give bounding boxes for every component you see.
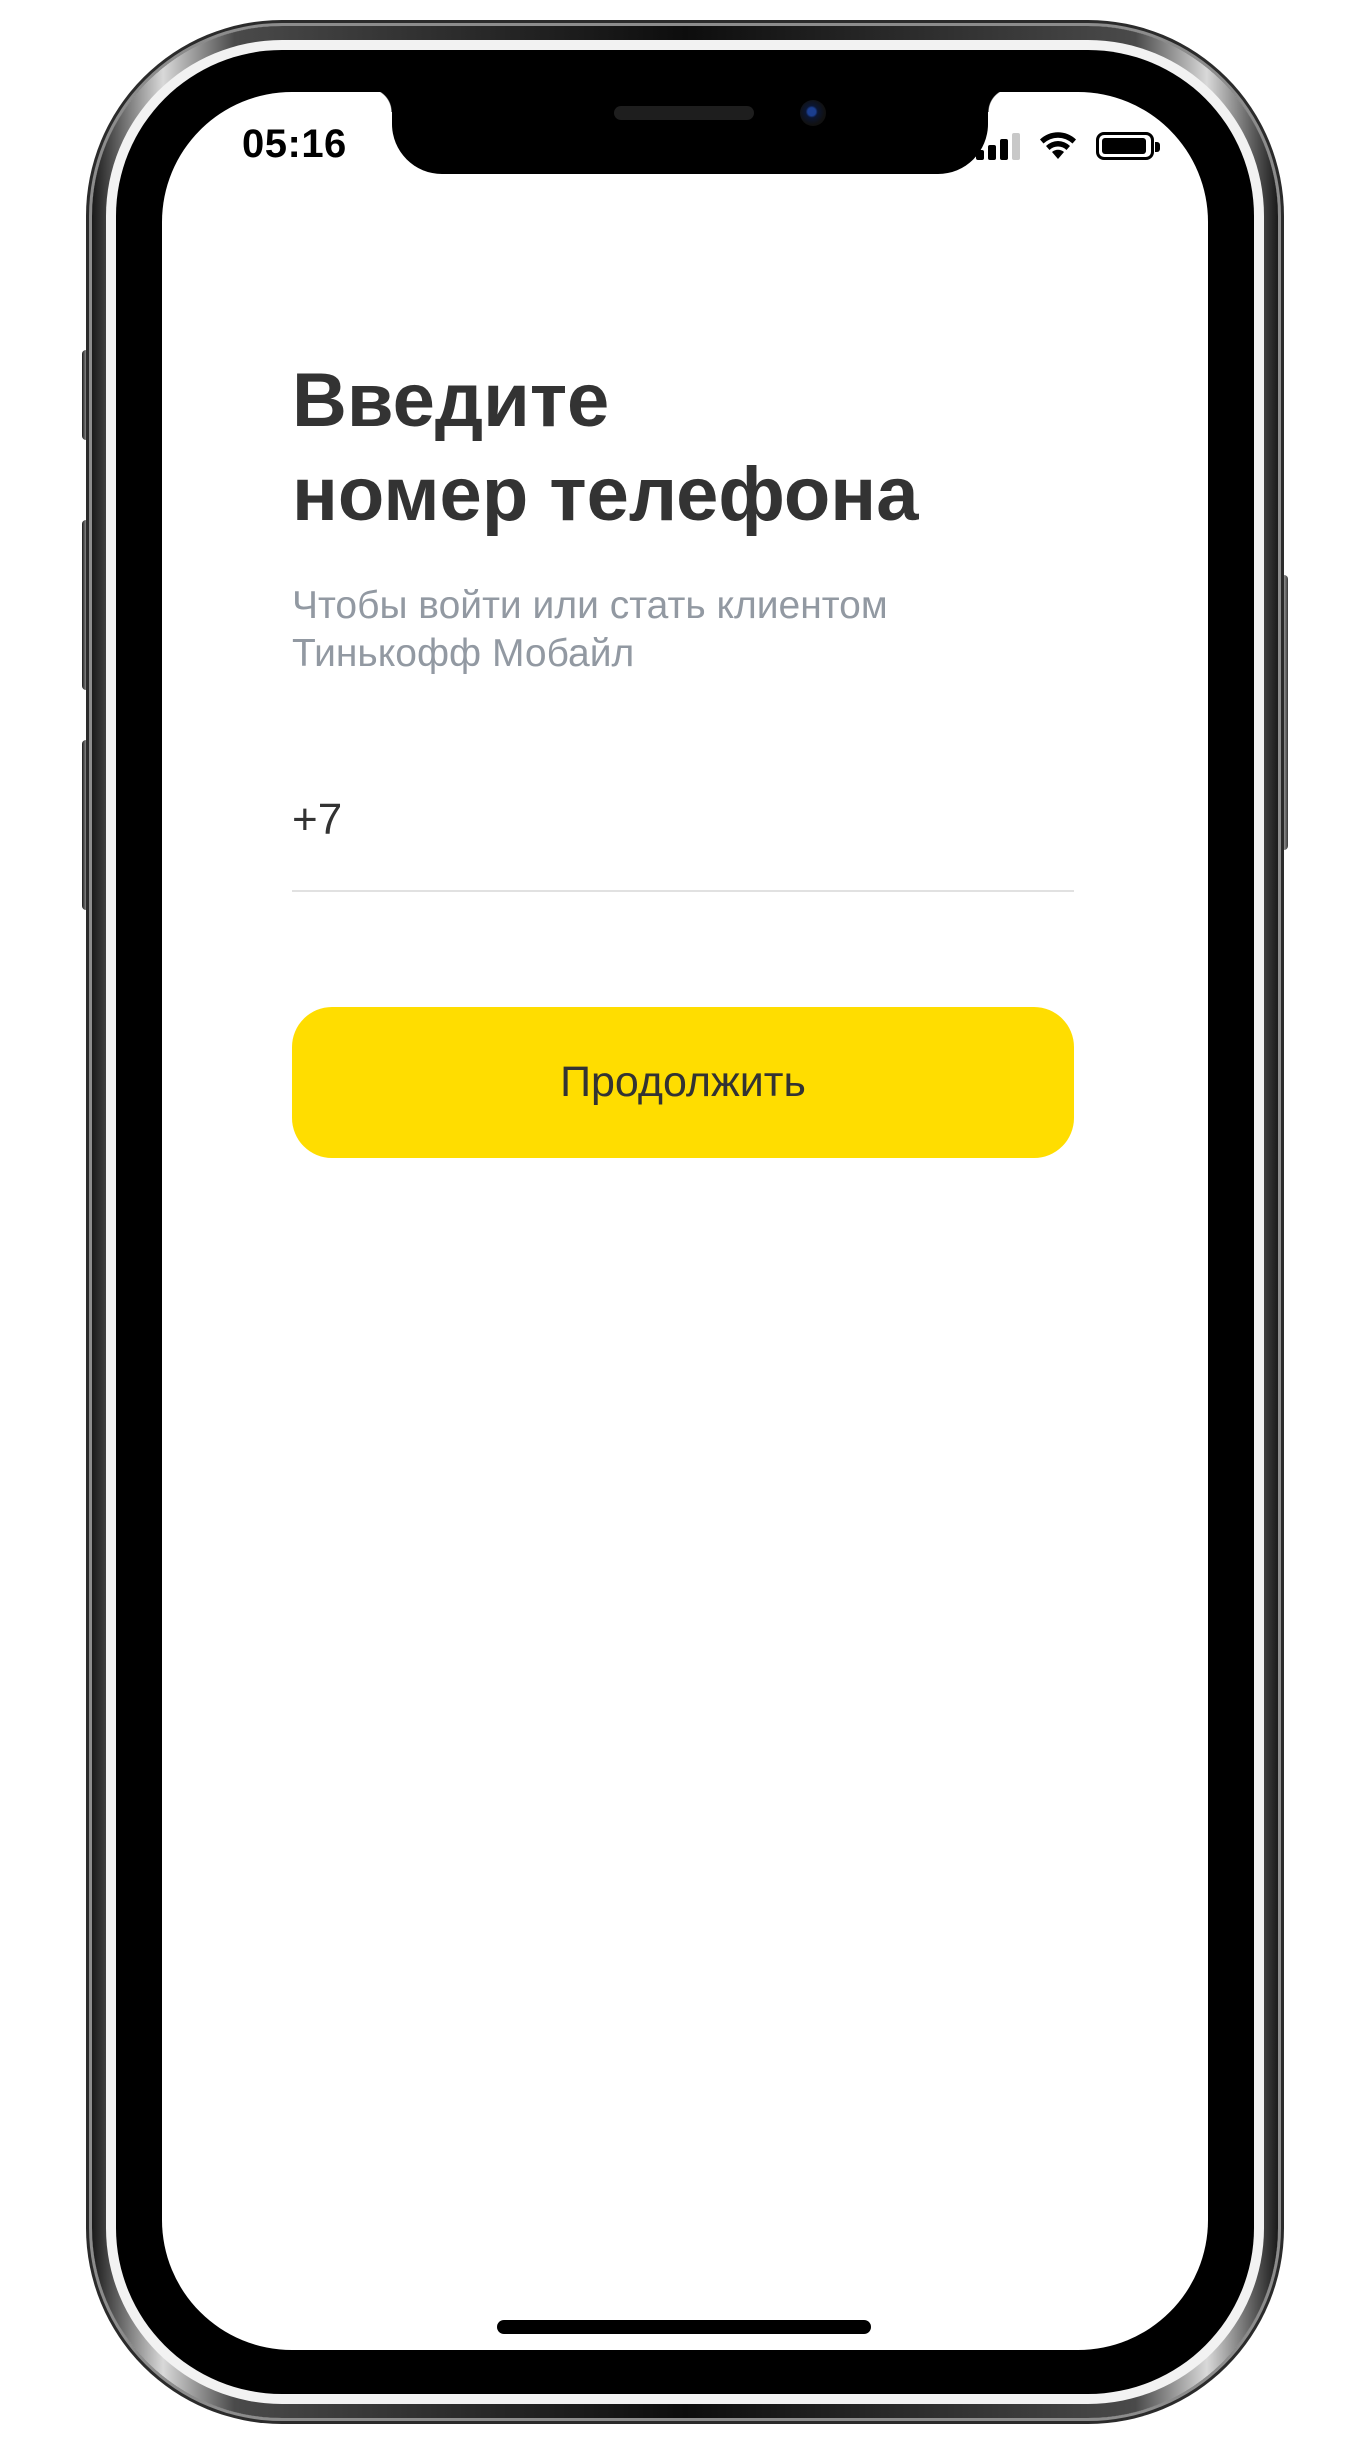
page-title-line-2: номер телефона: [292, 452, 919, 537]
page-title-line-1: Введите: [292, 358, 610, 443]
phone-number-input[interactable]: [292, 782, 1074, 858]
battery-icon: [1096, 132, 1160, 160]
page-subtitle: Чтобы войти или стать клиентом Тинькофф …: [292, 582, 1052, 678]
page-title: Введите номер телефона: [292, 354, 1092, 542]
page-subtitle-line-2: Тинькофф Мобайл: [292, 632, 635, 675]
notch: [368, 92, 1012, 174]
phone-screen: 05:16 Введите номер телефона Чтобы войти…: [162, 92, 1208, 2350]
cellular-signal-icon: [976, 132, 1020, 160]
front-camera: [800, 100, 826, 126]
phone-number-field: [292, 782, 1074, 892]
earpiece-speaker: [614, 106, 754, 120]
status-time: 05:16: [242, 122, 347, 166]
continue-button[interactable]: Продолжить: [292, 1007, 1074, 1158]
wifi-icon: [1040, 132, 1076, 159]
home-indicator[interactable]: [497, 2320, 871, 2334]
device-mockup: 05:16 Введите номер телефона Чтобы войти…: [0, 0, 1367, 2444]
page-subtitle-line-1: Чтобы войти или стать клиентом: [292, 584, 888, 627]
status-icons: [976, 128, 1160, 164]
